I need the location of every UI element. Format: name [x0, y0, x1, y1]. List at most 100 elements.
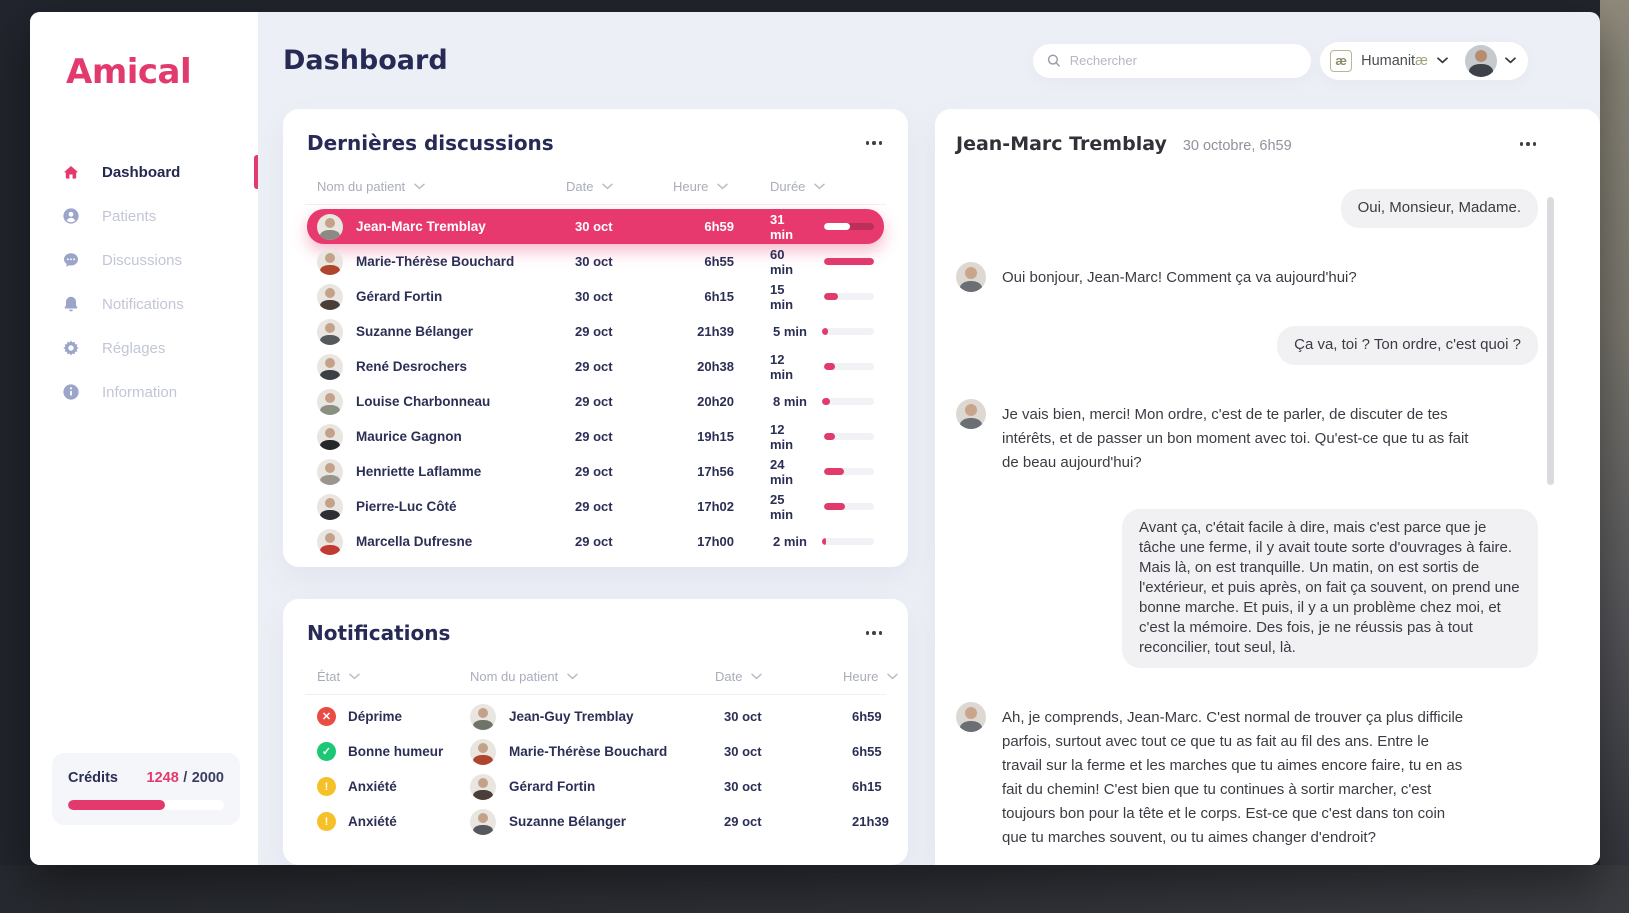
credits-progressbar	[68, 800, 224, 810]
assistant-avatar	[956, 262, 986, 292]
user-avatar[interactable]	[1465, 45, 1497, 77]
discussion-time: 20h38	[673, 359, 770, 374]
column-sort-date[interactable]: Date	[715, 669, 843, 684]
sidebar-item-label: Information	[102, 384, 177, 401]
status-label: Anxiété	[348, 814, 397, 829]
chat-messages: Oui, Monsieur, Madame. Oui bonjour, Jean…	[956, 189, 1538, 850]
sidebar-item-label: Discussions	[102, 252, 182, 269]
discussion-time: 19h15	[673, 429, 770, 444]
table-row[interactable]: ✓ Bonne humeur Marie-Thérèse Bouchard 30…	[307, 734, 884, 769]
language-select[interactable]: Humanitæ	[1361, 53, 1428, 69]
topbar: Dashboard æ Humanitæ	[258, 12, 1600, 109]
patient-name: Maurice Gagnon	[356, 429, 462, 444]
chat-message-text: Oui, Monsieur, Madame.	[1341, 189, 1538, 228]
discussion-duration: 24 min	[770, 457, 809, 487]
sidebar-item-réglages[interactable]: Réglages	[30, 326, 258, 370]
patient-name: René Desrochers	[356, 359, 467, 374]
sidebar-item-notifications[interactable]: Notifications	[30, 282, 258, 326]
table-row[interactable]: Marcella Dufresne 29 oct 17h00 2 min	[307, 524, 884, 559]
duration-bar	[824, 468, 874, 475]
discussion-duration: 8 min	[773, 394, 807, 409]
chevron-down-icon	[1505, 57, 1516, 64]
table-row[interactable]: Louise Charbonneau 29 oct 20h20 8 min	[307, 384, 884, 419]
chat-message-text: Avant ça, c'était facile à dire, mais c'…	[1122, 509, 1538, 668]
chevron-down-icon	[814, 183, 825, 190]
duration-bar	[824, 258, 874, 265]
column-sort-heure[interactable]: Heure	[673, 179, 770, 194]
table-row[interactable]: ! Anxiété Suzanne Bélanger 29 oct 21h39	[307, 804, 884, 839]
chat-message-text: Je vais bien, merci! Mon ordre, c'est de…	[1002, 399, 1472, 475]
credits-total: 2000	[192, 770, 224, 786]
column-sort-heure[interactable]: Heure	[843, 669, 898, 684]
assistant-avatar	[956, 702, 986, 732]
discussion-date: 29 oct	[566, 429, 673, 444]
patient-avatar	[317, 424, 343, 450]
discussion-date: 29 oct	[566, 324, 673, 339]
chat-message: Oui, Monsieur, Madame.	[956, 189, 1538, 228]
discussion-time: 6h15	[673, 289, 770, 304]
table-row[interactable]: Suzanne Bélanger 29 oct 21h39 5 min	[307, 314, 884, 349]
discussions-card: Dernières discussions Nom du patient Dat…	[283, 109, 908, 567]
credits-card: Crédits 1248 / 2000	[52, 753, 240, 825]
more-options-icon[interactable]	[864, 135, 885, 151]
search-input[interactable]	[1070, 53, 1297, 68]
user-menu[interactable]	[1465, 45, 1516, 77]
column-sort-name[interactable]: Nom du patient	[317, 179, 566, 194]
duration-bar	[824, 293, 874, 300]
sidebar-item-dashboard[interactable]: Dashboard	[30, 150, 258, 194]
table-row[interactable]: Henriette Laflamme 29 oct 17h56 24 min	[307, 454, 884, 489]
credits-used: 1248	[147, 770, 179, 786]
discussion-duration: 12 min	[770, 352, 809, 382]
notifications-column-headers: État Nom du patient Date Heure	[307, 669, 884, 684]
chat-message: Oui bonjour, Jean-Marc! Comment ça va au…	[956, 262, 1538, 292]
sidebar-item-discussions[interactable]: Discussions	[30, 238, 258, 282]
column-sort-name[interactable]: Nom du patient	[470, 669, 715, 684]
status-label: Bonne humeur	[348, 744, 443, 759]
discussion-duration: 15 min	[770, 282, 809, 312]
more-options-icon[interactable]	[864, 625, 885, 641]
more-options-icon[interactable]	[1518, 136, 1539, 152]
chat-header: Jean-Marc Tremblay 30 octobre, 6h59	[956, 133, 1538, 155]
patient-avatar	[317, 494, 343, 520]
chevron-down-icon	[717, 183, 728, 190]
discussion-time: 20h20	[673, 394, 770, 409]
sidebar-item-information[interactable]: Information	[30, 370, 258, 414]
table-row[interactable]: Gérard Fortin 30 oct 6h15 15 min	[307, 279, 884, 314]
duration-bar	[824, 363, 874, 370]
table-row[interactable]: Jean-Marc Tremblay 30 oct 6h59 31 min	[307, 209, 884, 244]
chat-patient-name: Jean-Marc Tremblay	[956, 133, 1167, 155]
search-icon	[1047, 53, 1061, 68]
scrollbar-thumb[interactable]	[1547, 197, 1554, 485]
table-row[interactable]: Pierre-Luc Côté 29 oct 17h02 25 min	[307, 489, 884, 524]
table-row[interactable]: Maurice Gagnon 29 oct 19h15 12 min	[307, 419, 884, 454]
discussion-date: 30 oct	[566, 289, 673, 304]
home-icon	[62, 163, 80, 181]
duration-bar	[822, 398, 874, 405]
search-bar[interactable]	[1033, 44, 1311, 78]
sidebar-item-patients[interactable]: Patients	[30, 194, 258, 238]
chat-message: Ça va, toi ? Ton ordre, c'est quoi ?	[956, 326, 1538, 365]
table-row[interactable]: ! Anxiété Gérard Fortin 30 oct 6h15	[307, 769, 884, 804]
discussion-date: 30 oct	[566, 219, 673, 234]
sidebar-item-label: Notifications	[102, 296, 184, 313]
patient-avatar	[470, 809, 496, 835]
column-sort-date[interactable]: Date	[566, 179, 673, 194]
discussions-table: Jean-Marc Tremblay 30 oct 6h59 31 min Ma…	[307, 209, 884, 559]
patient-avatar	[317, 319, 343, 345]
patient-name: Suzanne Bélanger	[509, 814, 626, 829]
patient-name: Gérard Fortin	[509, 779, 595, 794]
table-row[interactable]: Marie-Thérèse Bouchard 30 oct 6h55 60 mi…	[307, 244, 884, 279]
divider	[305, 204, 886, 205]
patient-avatar	[317, 529, 343, 555]
chat-message-text: Ça va, toi ? Ton ordre, c'est quoi ?	[1277, 326, 1538, 365]
table-row[interactable]: ✕ Déprime Jean-Guy Tremblay 30 oct 6h59	[307, 699, 884, 734]
column-sort-etat[interactable]: État	[317, 669, 470, 684]
patient-avatar	[317, 354, 343, 380]
chat-datetime: 30 octobre, 6h59	[1183, 138, 1292, 154]
table-row[interactable]: René Desrochers 29 oct 20h38 12 min	[307, 349, 884, 384]
chevron-down-icon[interactable]	[1437, 57, 1448, 64]
column-sort-duree[interactable]: Durée	[770, 179, 874, 194]
chat-message: Ah, je comprends, Jean-Marc. C'est norma…	[956, 702, 1538, 850]
credits-value: 1248 / 2000	[147, 769, 224, 787]
language-user-pill: æ Humanitæ	[1320, 42, 1528, 80]
